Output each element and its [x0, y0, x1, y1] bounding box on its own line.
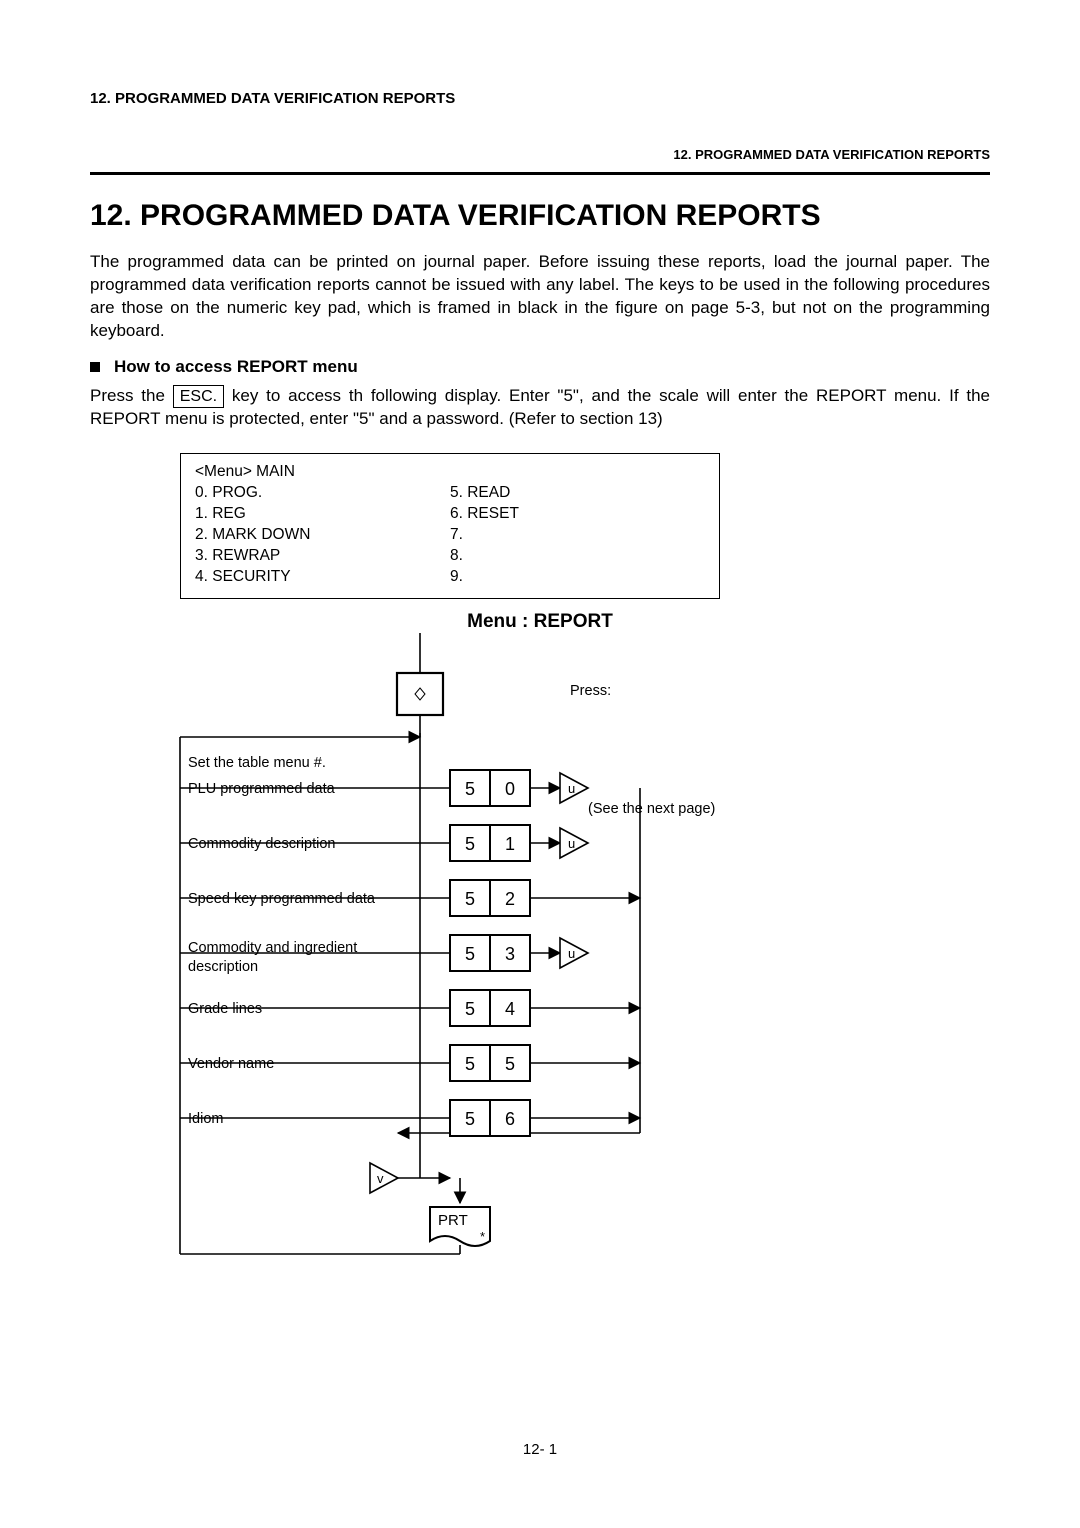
svg-text:v: v: [377, 1171, 384, 1186]
svg-text:5: 5: [465, 944, 475, 964]
p2a: Press the: [90, 386, 173, 405]
row-label-7: Idiom: [188, 1111, 223, 1127]
svg-text:5: 5: [465, 889, 475, 909]
svg-text:PRT: PRT: [438, 1212, 468, 1229]
header-rule: [90, 172, 990, 175]
svg-text:6: 6: [505, 1109, 515, 1129]
svg-text:5: 5: [465, 999, 475, 1019]
menu-col-right: 5. READ 6. RESET 7. 8. 9.: [450, 483, 705, 588]
svg-text:u: u: [568, 781, 575, 796]
p2b: key to access th following display. Ente…: [90, 386, 990, 429]
svg-text:3: 3: [505, 944, 515, 964]
row-label-3: Speed key programmed data: [188, 891, 375, 907]
svg-text:5: 5: [505, 1054, 515, 1074]
access-paragraph: Press the ESC. key to access th followin…: [90, 385, 990, 432]
row-label-6: Vendor name: [188, 1056, 274, 1072]
page-title: 12. PROGRAMMED DATA VERIFICATION REPORTS: [90, 199, 990, 233]
menu-title-line: <Menu> MAIN: [195, 462, 705, 483]
row-label-1: PLU programmed data: [188, 781, 335, 797]
subheading: How to access REPORT menu: [114, 357, 358, 377]
see-next-label: (See the next page): [588, 801, 715, 817]
svg-text:u: u: [568, 836, 575, 851]
svg-text:5: 5: [465, 1109, 475, 1129]
menu-col-left: 0. PROG. 1. REG 2. MARK DOWN 3. REWRAP 4…: [195, 483, 450, 588]
svg-text:5: 5: [465, 1054, 475, 1074]
svg-text:*: *: [480, 1229, 485, 1244]
flow-title: Menu : REPORT: [90, 611, 990, 633]
svg-text:0: 0: [505, 779, 515, 799]
esc-key: ESC.: [173, 385, 224, 409]
svg-text:u: u: [568, 946, 575, 961]
subheading-row: How to access REPORT menu: [90, 357, 990, 377]
menu-display-box: <Menu> MAIN 0. PROG. 1. REG 2. MARK DOWN…: [180, 453, 720, 599]
page-number: 12- 1: [0, 1441, 1080, 1458]
header-left: 12. PROGRAMMED DATA VERIFICATION REPORTS: [90, 90, 990, 107]
flowchart: 5 0 u 5 1 u: [90, 633, 990, 1273]
intro-paragraph: The programmed data can be printed on jo…: [90, 251, 990, 343]
row-label-4: Commodity and ingredient description: [188, 939, 358, 977]
svg-text:5: 5: [465, 834, 475, 854]
header-right: 12. PROGRAMMED DATA VERIFICATION REPORTS: [90, 147, 990, 162]
row-label-5: Grade lines: [188, 1001, 262, 1017]
row-label-2: Commodity description: [188, 836, 335, 852]
svg-text:2: 2: [505, 889, 515, 909]
svg-text:5: 5: [465, 779, 475, 799]
svg-text:4: 4: [505, 999, 515, 1019]
bullet-icon: [90, 362, 100, 372]
row-label-0: Set the table menu #.: [188, 755, 326, 771]
svg-text:1: 1: [505, 834, 515, 854]
press-label: Press:: [570, 683, 611, 699]
